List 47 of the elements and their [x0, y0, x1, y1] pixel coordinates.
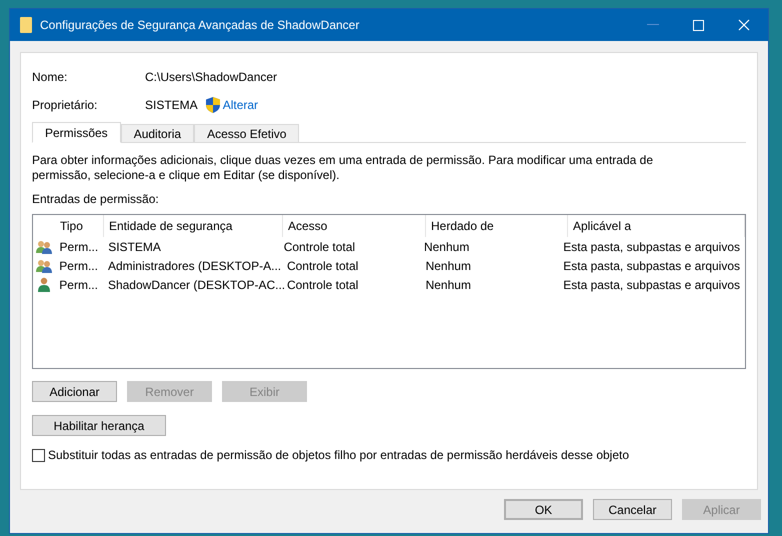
description-text: Para obter informações adicionais, clique duas vezes em uma entrada de permissão. Para modificar uma entrada de permissão, selecione-a e clique em Editar (se disponível).: [32, 153, 654, 183]
folder-icon: [20, 17, 32, 33]
field-label: Nome:: [32, 68, 68, 86]
checkbox[interactable]: [32, 448, 45, 462]
table-row[interactable]: Perm... Administradores (DESKTOP-A... Controle total Nenhum Esta pasta, subpastas e arquivos: [33, 256, 745, 275]
column-header[interactable]: Acesso: [283, 215, 426, 237]
table-cell-text: Nenhum: [422, 238, 470, 256]
table-cell-text: Perm...: [58, 276, 99, 294]
table-cell-text: Perm...: [58, 258, 99, 274]
column-header[interactable]: Tipo: [55, 215, 104, 237]
checkbox-label: Substituir todas as entradas de permissão de objetos filho por entradas de permissão herdáveis desse objeto: [48, 447, 630, 464]
table-cell-text: Nenhum: [424, 258, 472, 274]
column-header[interactable]: Aplicável a: [568, 215, 745, 237]
user-icon: [38, 277, 50, 292]
tab[interactable]: Auditoria: [120, 124, 194, 143]
list-label: Entradas de permissão:: [32, 191, 160, 208]
column-header[interactable]: Herdado de: [426, 215, 568, 237]
field-value: C:\Users\ShadowDancer: [145, 68, 278, 86]
user-group-icon: [36, 258, 52, 272]
tab[interactable]: Permissões: [32, 122, 121, 143]
maximize-icon[interactable]: [693, 20, 704, 30]
table-cell-text: SISTEMA: [107, 238, 162, 256]
dialog-button[interactable]: Cancelar: [593, 499, 672, 520]
user-group-icon: [36, 240, 52, 254]
field-label: Proprietário:: [32, 96, 98, 114]
table-cell-text: Controle total: [282, 238, 356, 256]
table-row[interactable]: Perm... SISTEMA Controle total Nenhum Esta pasta, subpastas e arquivos: [33, 237, 745, 256]
change-link[interactable]: Alterar: [222, 96, 258, 114]
table-cell-text: ShadowDancer (DESKTOP-AC...: [106, 276, 282, 294]
shield-icon: [206, 96, 220, 112]
field-value: SISTEMA: [145, 96, 198, 114]
dialog-button[interactable]: OK: [504, 499, 583, 520]
table-cell-text: Controle total: [286, 276, 360, 294]
close-icon[interactable]: [738, 19, 750, 31]
table-cell-text: Esta pasta, subpastas e arquivos: [562, 276, 742, 294]
table-cell-text: Administradores (DESKTOP-A...: [106, 258, 282, 274]
table-cell-text: Nenhum: [424, 276, 472, 294]
table-cell-text: Esta pasta, subpastas e arquivos: [562, 238, 742, 256]
table-cell-text: Controle total: [286, 258, 360, 274]
action-button[interactable]: Adicionar: [32, 381, 117, 402]
inheritance-button[interactable]: Habilitar herança: [32, 415, 166, 436]
table-cell-text: Perm...: [58, 238, 100, 256]
window-title: Configurações de Segurança Avançadas de ShadowDancer: [40, 17, 360, 34]
column-header[interactable]: Entidade de segurança: [104, 215, 283, 237]
table-row[interactable]: Perm... ShadowDancer (DESKTOP-AC...Controle total Nenhum Esta pasta, subpastas e arquivos: [33, 275, 745, 294]
tab[interactable]: Acesso Efetivo: [194, 124, 300, 143]
table-cell-text: Esta pasta, subpastas e arquivos: [562, 258, 742, 274]
